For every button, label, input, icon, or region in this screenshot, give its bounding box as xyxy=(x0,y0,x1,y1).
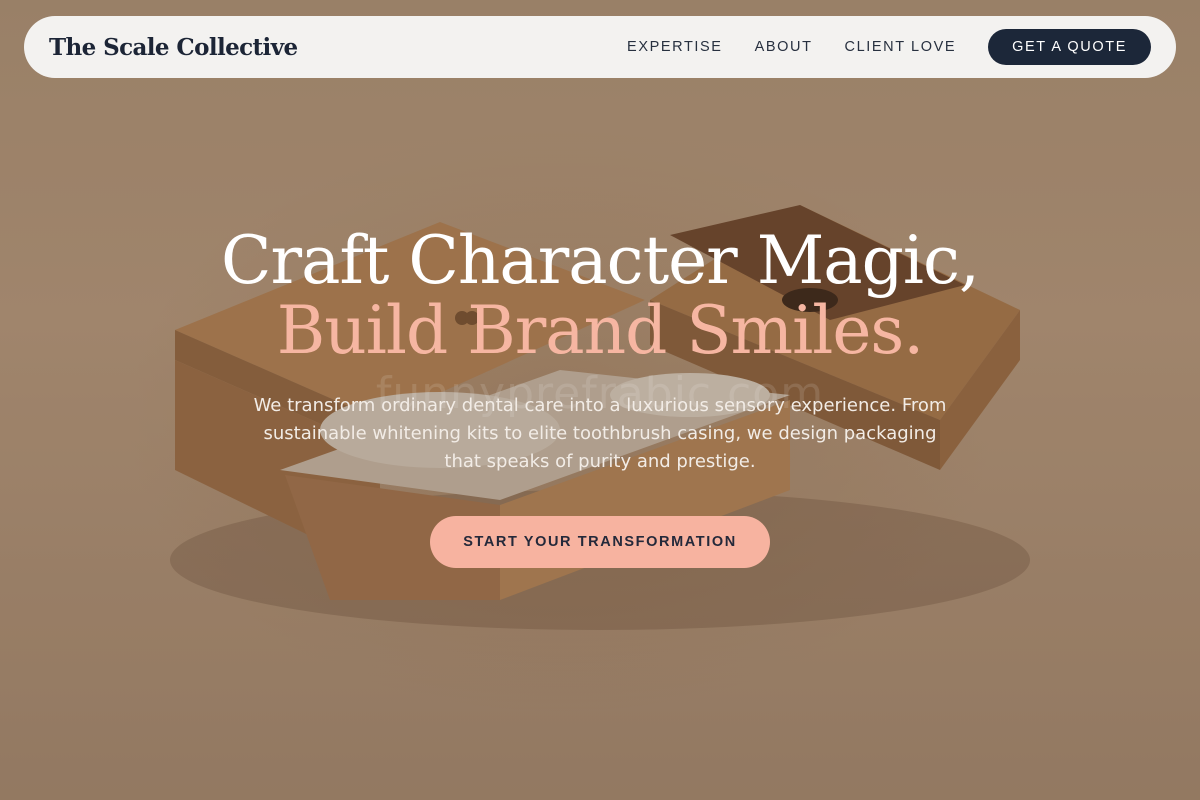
nav-link-about[interactable]: ABOUT xyxy=(755,39,813,55)
hero-headline-line-2: Build Brand Smiles. xyxy=(276,292,925,369)
nav-link-client-love[interactable]: CLIENT LOVE xyxy=(845,39,957,55)
hero-subtext: We transform ordinary dental care into a… xyxy=(253,395,947,472)
start-transformation-button[interactable]: START YOUR TRANSFORMATION xyxy=(430,516,770,568)
brand-logo[interactable]: The Scale Collective xyxy=(49,34,298,61)
get-a-quote-button[interactable]: GET A QUOTE xyxy=(988,29,1151,65)
top-navigation-bar: The Scale Collective EXPERTISE ABOUT CLI… xyxy=(24,16,1176,78)
nav-link-expertise[interactable]: EXPERTISE xyxy=(627,39,723,55)
hero-headline-line-1: Craft Character Magic, xyxy=(221,222,980,299)
hero-headline: Craft Character Magic, Build Brand Smile… xyxy=(0,226,1200,366)
hero-section: Craft Character Magic, Build Brand Smile… xyxy=(0,226,1200,568)
nav-links: EXPERTISE ABOUT CLIENT LOVE GET A QUOTE xyxy=(595,29,1151,65)
